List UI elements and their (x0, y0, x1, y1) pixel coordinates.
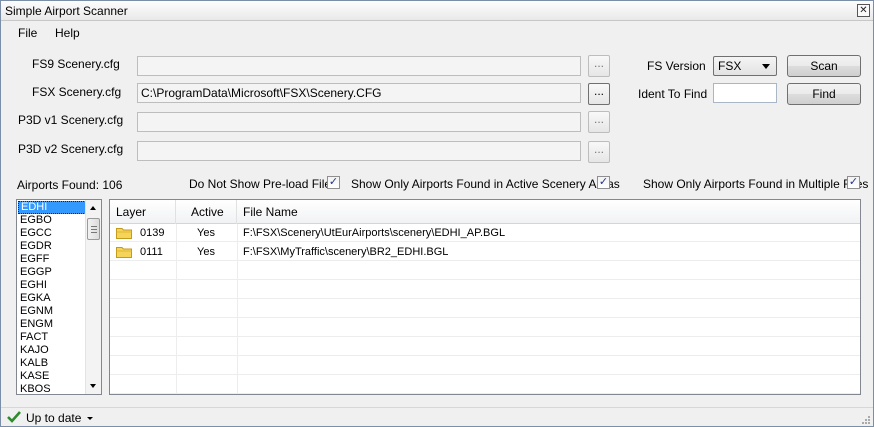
empty-row (110, 338, 860, 356)
empty-row (110, 300, 860, 318)
app-window: Simple Airport Scanner ✕ File Help FS9 S… (0, 0, 874, 427)
find-button[interactable]: Find (787, 83, 861, 105)
cell-layer: 0111 (140, 246, 163, 258)
status-text[interactable]: Up to date (26, 411, 81, 425)
empty-row (110, 281, 860, 299)
fs9-label: FS9 Scenery.cfg (32, 57, 120, 71)
airport-list-items: EDHI EGBO EGCC EGDR EGFF EGGP EGHI EGKA EGNM ENGM… (18, 201, 86, 394)
fs9-browse-button[interactable]: ... (588, 55, 610, 77)
list-item[interactable]: EGFF (18, 253, 86, 266)
p3d1-browse-button[interactable]: ... (588, 111, 610, 133)
fs9-path-field[interactable] (137, 56, 581, 76)
scroll-down-button[interactable] (86, 378, 101, 394)
ident-input[interactable] (713, 83, 777, 103)
active-only-checkbox[interactable]: ✓ (597, 176, 610, 189)
p3d2-browse-button[interactable]: ... (588, 141, 610, 163)
list-item[interactable]: FACT (18, 331, 86, 344)
list-item[interactable]: EGCC (18, 227, 86, 240)
cell-active: Yes (197, 246, 215, 258)
list-item[interactable]: EGGP (18, 266, 86, 279)
list-item[interactable]: EGKA (18, 292, 86, 305)
menu-help[interactable]: Help (55, 26, 80, 40)
list-item[interactable]: KBOS (18, 383, 86, 394)
arrow-down-icon (90, 384, 96, 388)
list-item[interactable]: KAJO (18, 344, 86, 357)
p3d1-path-field[interactable] (137, 112, 581, 132)
column-file-name[interactable]: File Name (237, 200, 860, 224)
no-preload-label: Do Not Show Pre-load Files (189, 177, 338, 191)
window-title: Simple Airport Scanner (5, 4, 128, 18)
cell-layer: 0139 (140, 227, 165, 239)
empty-row (110, 262, 860, 280)
scroll-thumb[interactable] (87, 218, 100, 240)
p3d1-label: P3D v1 Scenery.cfg (18, 113, 124, 127)
cell-file-name: F:\FSX\MyTraffic\scenery\BR2_EDHI.BGL (243, 246, 449, 258)
p3d2-path-field[interactable] (137, 141, 581, 161)
list-item[interactable]: EDHI (18, 201, 86, 214)
empty-row (110, 357, 860, 375)
fsx-label: FSX Scenery.cfg (32, 85, 122, 99)
list-item[interactable]: EGDR (18, 240, 86, 253)
list-item[interactable]: KASE (18, 370, 86, 383)
p3d2-label: P3D v2 Scenery.cfg (18, 142, 124, 156)
cell-file-name: F:\FSX\Scenery\UtEurAirports\scenery\EDH… (243, 227, 506, 239)
title-bar: Simple Airport Scanner ✕ (1, 1, 873, 21)
checkmark-icon (7, 411, 21, 423)
chevron-down-icon (762, 64, 770, 69)
resize-grip-icon[interactable] (860, 414, 870, 424)
column-active[interactable]: Active (176, 200, 237, 224)
list-item[interactable]: KALB (18, 357, 86, 370)
fsx-path-field[interactable]: C:\ProgramData\Microsoft\FSX\Scenery.CFG (137, 83, 581, 103)
column-layer[interactable]: Layer (110, 200, 176, 224)
menu-bar: File Help (1, 22, 873, 44)
table-row[interactable]: 0139 Yes F:\FSX\Scenery\UtEurAirports\scen… (110, 224, 860, 242)
airports-found-count: Airports Found: 106 (17, 178, 123, 192)
scroll-up-button[interactable] (86, 200, 101, 216)
list-item[interactable]: ENGM (18, 318, 86, 331)
fsx-browse-button[interactable]: ... (588, 83, 610, 105)
fs-version-value: FSX (718, 59, 742, 73)
grip-line (91, 232, 97, 233)
grip-line (91, 229, 97, 230)
caret-down-icon[interactable] (87, 417, 93, 420)
airport-list[interactable]: EDHI EGBO EGCC EGDR EGFF EGGP EGHI EGKA EGNM ENGM… (16, 199, 102, 395)
list-item[interactable]: EGNM (18, 305, 86, 318)
arrow-up-icon (90, 206, 96, 210)
no-preload-checkbox[interactable]: ✓ (327, 176, 340, 189)
close-icon[interactable]: ✕ (857, 4, 870, 17)
multiple-only-checkbox[interactable]: ✓ (847, 176, 860, 189)
active-only-label: Show Only Airports Found in Active Scene… (351, 177, 620, 191)
table-row[interactable]: 0111 Yes F:\FSX\MyTraffic\scenery\BR2_EDHI… (110, 243, 860, 261)
grid-header: Layer Active File Name (110, 200, 860, 224)
empty-row (110, 376, 860, 394)
folder-icon (116, 247, 132, 258)
menu-file[interactable]: File (18, 26, 37, 40)
multiple-only-label: Show Only Airports Found in Multiple Fil… (643, 177, 869, 191)
ident-label: Ident To Find (638, 87, 708, 101)
list-item[interactable]: EGHI (18, 279, 86, 292)
airport-list-scrollbar[interactable] (85, 200, 101, 394)
cell-active: Yes (197, 227, 215, 239)
results-grid[interactable]: Layer Active File Name 0139 Yes F:\FSX\Sce… (109, 199, 861, 395)
list-item[interactable]: EGBO (18, 214, 86, 227)
status-bar: Up to date (1, 407, 873, 426)
grip-line (91, 226, 97, 227)
fs-version-label: FS Version (647, 59, 706, 73)
fs-version-select[interactable]: FSX (713, 56, 777, 76)
scan-button[interactable]: Scan (787, 55, 861, 77)
folder-icon (116, 228, 132, 239)
empty-row (110, 319, 860, 337)
